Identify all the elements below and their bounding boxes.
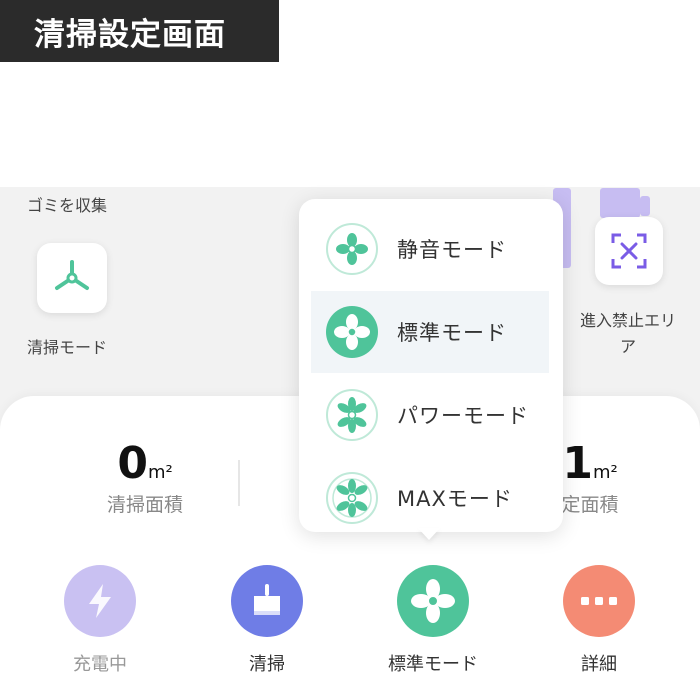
menu-pointer	[418, 528, 440, 540]
no-go-zone-label: 進入禁止エリ ア	[572, 308, 684, 360]
fan-max-icon	[326, 472, 378, 524]
clean-button[interactable]	[231, 565, 303, 637]
no-go-zone-button[interactable]	[595, 217, 663, 285]
details-label: 詳細	[581, 654, 617, 675]
fan-standard-icon	[326, 306, 378, 358]
stat-clean-area-value: 0	[117, 438, 148, 489]
fan-power-icon	[326, 389, 378, 441]
suction-mode-menu: 静音モード 標準モード パワーモード MAXモード	[299, 199, 563, 532]
clean-label: 清掃	[249, 654, 285, 675]
menu-item-power-mode[interactable]: パワーモード	[311, 374, 549, 456]
menu-item-standard-mode[interactable]: 標準モード	[311, 291, 549, 373]
stat-divider	[238, 460, 240, 506]
charging-button[interactable]	[64, 565, 136, 637]
lightning-icon	[89, 584, 111, 618]
menu-item-label: パワーモード	[397, 404, 529, 428]
stat-clean-area: 0m² 清掃面積	[70, 440, 220, 517]
stat-second-area-value: 1	[562, 438, 593, 489]
menu-item-quiet-mode[interactable]: 静音モード	[311, 208, 549, 290]
no-go-zone-label-line1: 進入禁止エリ	[579, 311, 676, 330]
menu-item-label: 標準モード	[397, 321, 507, 345]
brush-icon	[55, 260, 89, 290]
broom-icon	[254, 584, 280, 615]
map-hint: ゴミを収集	[27, 196, 108, 215]
more-icon	[581, 597, 617, 605]
no-go-zone-label-line2: ア	[619, 337, 636, 356]
clean-mode-label: 清掃モード	[27, 338, 108, 357]
map-region	[640, 196, 650, 216]
details-button[interactable]	[563, 565, 635, 637]
clean-mode-button[interactable]	[37, 243, 107, 313]
map-region	[600, 188, 640, 218]
menu-item-max-mode[interactable]: MAXモード	[311, 457, 549, 539]
menu-item-label: 静音モード	[397, 238, 507, 262]
stat-clean-area-label: 清掃面積	[106, 494, 183, 516]
menu-item-label: MAXモード	[397, 487, 513, 511]
stat-clean-area-unit: m²	[147, 462, 173, 483]
no-go-zone-icon	[611, 233, 647, 269]
stat-second-area-unit: m²	[592, 462, 618, 483]
suction-mode-button[interactable]	[397, 565, 469, 637]
suction-mode-label: 標準モード	[388, 654, 478, 675]
page-title: 清掃設定画面	[0, 0, 279, 62]
fan-quiet-icon	[326, 223, 378, 275]
charging-label: 充電中	[73, 654, 127, 675]
fan-icon	[411, 579, 455, 623]
